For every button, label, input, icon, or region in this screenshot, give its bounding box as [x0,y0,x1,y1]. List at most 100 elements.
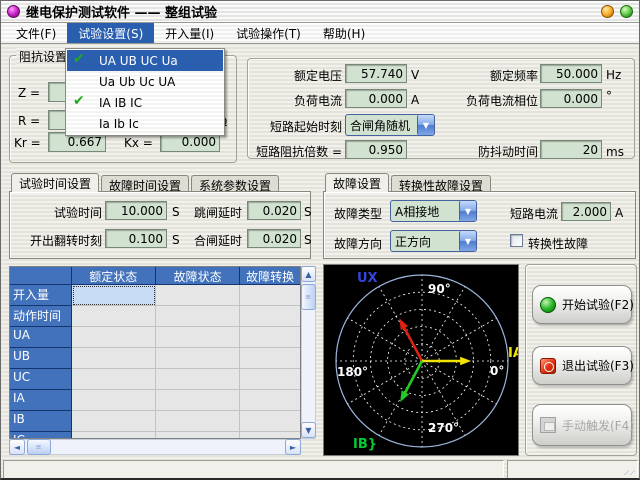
test-time-field[interactable]: 10.000 [105,201,167,220]
table-cell[interactable] [240,348,300,369]
manual-trigger-button[interactable]: 手动触发(F4) [532,404,632,446]
table-cell[interactable] [72,390,156,411]
tab-convert-fault-settings[interactable]: 转换性故障设置 [391,175,491,192]
table-cell[interactable] [156,327,240,348]
table-cell[interactable] [240,432,300,439]
scroll-down-icon[interactable]: ▼ [301,422,316,438]
title-bar: 继电保护测试软件 —— 整组试验 [1,1,639,23]
resize-grip[interactable]: ⟋⟋ [624,469,636,478]
menu-binary-input[interactable]: 开入量(I) [154,23,225,43]
rated-freq-field[interactable]: 50.000 [540,64,602,83]
table-horizontal-scrollbar[interactable] [9,439,301,455]
table-corner [10,267,72,285]
fault-type-combobox[interactable]: A相接地 ▼ [390,200,477,222]
table-cell[interactable] [72,369,156,390]
col-header-fault-state[interactable]: 故障状态 [156,267,240,285]
table-cell[interactable] [240,285,300,306]
row-header[interactable]: IC [10,432,72,439]
start-test-button[interactable]: 开始试验(F2) [532,285,632,324]
table-cell[interactable] [156,348,240,369]
table-cell[interactable] [240,369,300,390]
row-header[interactable]: IA [10,390,72,411]
status-bar-left [3,460,504,479]
scroll-right-icon[interactable]: ► [285,439,301,455]
rated-freq-label: 额定频率 [454,67,538,84]
test-time-unit: S [172,205,180,219]
debounce-field[interactable]: 20 [540,140,602,159]
close-delay-field[interactable]: 0.020 [247,229,301,248]
load-phase-field[interactable]: 0.000 [540,89,602,108]
tab-fault-settings[interactable]: 故障设置 [325,173,389,192]
result-table: 额定状态 故障状态 故障转换 开入量 动作时间 UA UB [9,266,301,439]
menu-item-uaubucua[interactable]: ✔ UA UB UC Ua [67,50,223,71]
scroll-up-icon[interactable]: ▲ [301,266,316,282]
sc-mult-field[interactable]: 0.950 [345,140,407,159]
menu-item-uaubuc-ua[interactable]: Ua Ub Uc UA [67,71,223,92]
flip-time-label: 开出翻转时刻 [12,232,102,249]
load-current-unit: A [411,93,419,107]
menu-test-operation[interactable]: 试验操作(T) [225,23,312,43]
col-header-rated-state[interactable]: 额定状态 [72,267,156,285]
table-cell[interactable] [156,411,240,432]
parameter-groupbox: 额定电压 57.740 V 额定频率 50.000 Hz 负荷电流 0.000 … [247,58,635,159]
sc-current-field[interactable]: 2.000 [561,202,611,221]
table-cell[interactable] [240,327,300,348]
menu-item-iaibic[interactable]: ✔ IA IB IC [67,92,223,113]
start-icon [540,297,556,313]
row-header[interactable]: UC [10,369,72,390]
table-cell[interactable] [240,390,300,411]
menu-help[interactable]: 帮助(H) [312,23,376,43]
load-phase-unit: ° [606,89,612,103]
phasor-arrows [399,318,471,402]
table-cell[interactable] [156,369,240,390]
rated-freq-unit: Hz [606,68,621,82]
row-header[interactable]: 开入量 [10,285,72,306]
table-cell[interactable] [240,306,300,327]
table-cell[interactable] [72,432,156,439]
row-header[interactable]: UA [10,327,72,348]
action-buttons-groupbox: 开始试验(F2) 退出试验(F3) 手动触发(F4) [525,264,637,456]
trip-delay-unit: S [304,205,312,219]
trip-delay-field[interactable]: 0.020 [247,201,301,220]
sc-start-dropdown-arrow-icon[interactable]: ▼ [417,115,434,135]
table-cell[interactable] [72,327,156,348]
fault-dir-dropdown-arrow-icon[interactable]: ▼ [459,231,476,251]
load-current-field[interactable]: 0.000 [345,89,407,108]
table-cell[interactable] [156,285,240,306]
fault-dir-combobox[interactable]: 正方向 ▼ [390,230,477,252]
table-cell[interactable] [156,432,240,439]
menu-item-ia-ib-ic[interactable]: Ia Ib Ic [67,113,223,134]
tab-fault-time-settings[interactable]: 故障时间设置 [101,175,189,192]
horizontal-scroll-thumb[interactable]: ≡ [27,439,51,455]
table-cell[interactable] [72,348,156,369]
menu-test-settings[interactable]: 试验设置(S) [67,23,154,43]
ia-phasor-label: IA [508,346,518,361]
table-cell-selected[interactable] [72,285,156,306]
sc-start-combobox[interactable]: 合闸角随机 ▼ [345,114,435,136]
convert-fault-checkbox[interactable] [510,234,523,247]
rated-voltage-field[interactable]: 57.740 [345,64,407,83]
col-header-fault-convert[interactable]: 故障转换 [240,267,300,285]
exit-test-button[interactable]: 退出试验(F3) [532,346,632,385]
manual-trigger-icon [540,417,556,433]
row-header[interactable]: UB [10,348,72,369]
row-header[interactable]: 动作时间 [10,306,72,327]
z-label: Z = [18,86,40,100]
menu-file[interactable]: 文件(F) [5,23,67,43]
table-cell[interactable] [72,306,156,327]
fault-type-dropdown-arrow-icon[interactable]: ▼ [459,201,476,221]
row-header[interactable]: IB [10,411,72,432]
tab-system-param-settings[interactable]: 系统参数设置 [191,175,279,192]
kr-label: Kr = [14,136,41,150]
table-cell[interactable] [72,411,156,432]
tab-test-time-settings[interactable]: 试验时间设置 [11,173,99,192]
vertical-scroll-thumb[interactable]: ≡ [301,284,316,310]
deg-90-label: 90° [428,282,451,296]
table-cell[interactable] [156,390,240,411]
table-cell[interactable] [156,306,240,327]
table-cell[interactable] [240,411,300,432]
minimize-button[interactable] [601,5,614,18]
scroll-left-icon[interactable]: ◄ [9,439,25,455]
close-button[interactable] [620,5,633,18]
flip-time-field[interactable]: 0.100 [105,229,167,248]
